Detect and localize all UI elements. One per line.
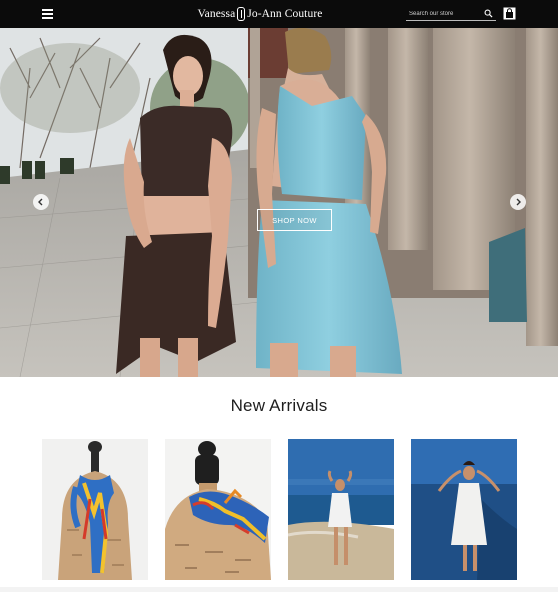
product-image — [42, 439, 148, 580]
shopping-bag-icon[interactable] — [503, 7, 516, 20]
carousel-next-button[interactable] — [510, 194, 526, 210]
brand-name-first: Vanessa — [197, 8, 236, 20]
product-card[interactable] — [42, 439, 148, 580]
hero-image — [0, 28, 558, 377]
brand-logo[interactable]: Vanessa Jo-Ann Couture — [196, 5, 324, 23]
hero-slideshow[interactable]: SHOP NOW — [0, 28, 558, 377]
next-row-edge — [0, 587, 558, 592]
product-image — [411, 439, 517, 580]
product-card[interactable] — [411, 439, 517, 580]
shop-now-button[interactable]: SHOP NOW — [257, 209, 332, 231]
chevron-left-icon — [38, 198, 43, 206]
product-card[interactable] — [165, 439, 271, 580]
search-input[interactable] — [406, 7, 480, 20]
carousel-prev-button[interactable] — [33, 194, 49, 210]
search-bar — [406, 7, 496, 21]
product-image — [165, 439, 271, 580]
search-icon[interactable] — [484, 9, 493, 18]
chevron-right-icon — [516, 198, 521, 206]
product-card[interactable] — [288, 439, 394, 580]
hamburger-menu-icon[interactable] — [42, 9, 53, 19]
brand-monogram-icon — [237, 7, 246, 21]
top-navigation-bar: Vanessa Jo-Ann Couture — [0, 0, 558, 28]
brand-name-second: Jo-Ann Couture — [247, 8, 323, 20]
product-grid — [42, 439, 518, 580]
section-title: New Arrivals — [230, 396, 328, 415]
product-image — [288, 439, 394, 580]
